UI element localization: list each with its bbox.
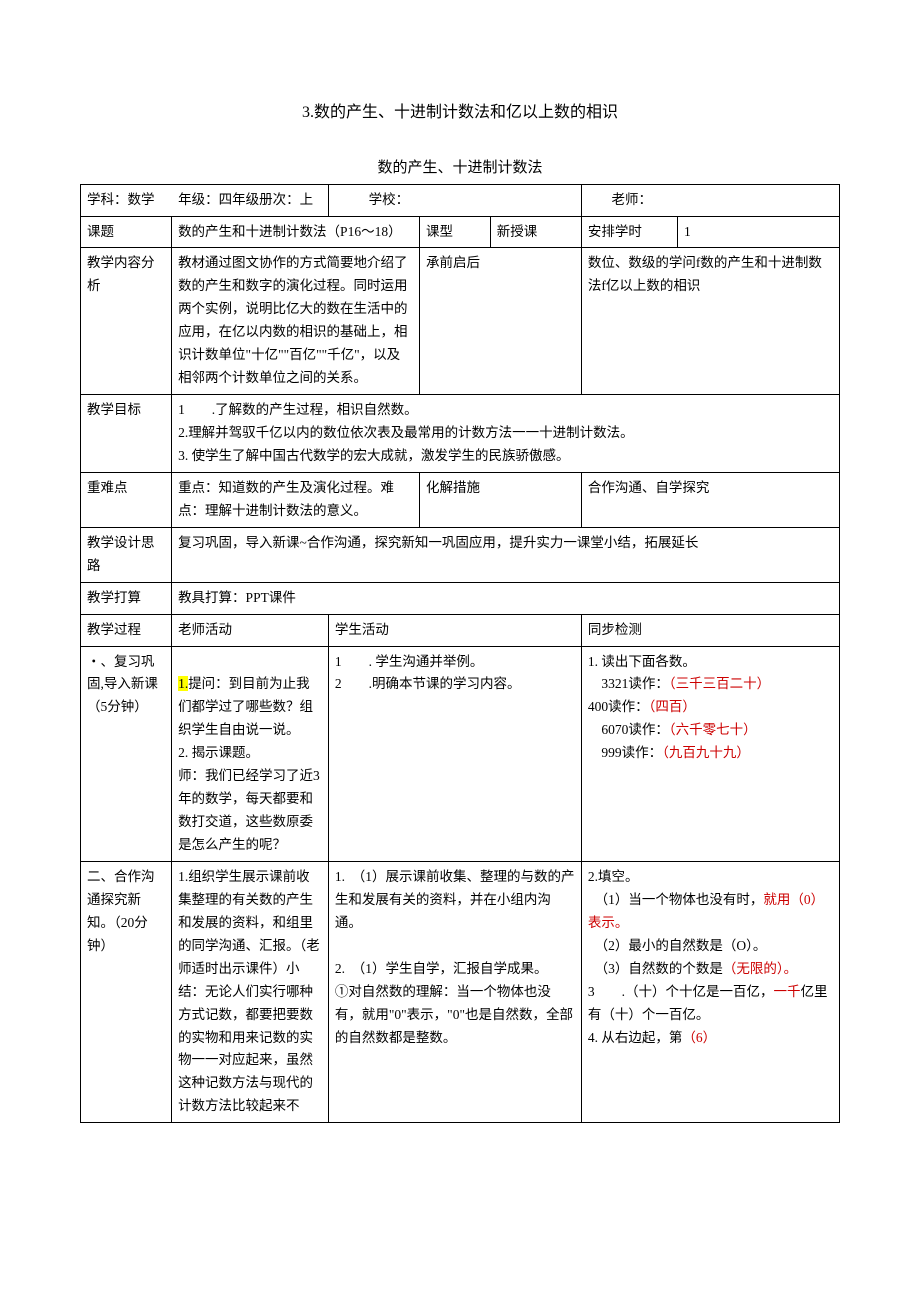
- diff-value: 重点：知道数的产生及演化过程。难点：理解十进制计数法的意义。: [172, 472, 420, 527]
- subject-label: 学科：数学: [87, 192, 155, 207]
- s1-test-l3a: 400读作：: [588, 699, 649, 714]
- prep-row: 教学打算 教具打算：PPT课件: [81, 582, 840, 614]
- prep-value: 教具打算：PPT课件: [172, 582, 840, 614]
- topic-label: 课题: [81, 216, 172, 248]
- design-row: 教学设计思路 复习巩固，导入新课~合作沟通，探究新知一巩固应用，提升实力一课堂小…: [81, 527, 840, 582]
- goal-row: 教学目标 1 .了解数的产生过程，相识自然数。 2.理解并驾驭千亿以内的数位依次…: [81, 395, 840, 473]
- s2-test-l6a: 4. 从右边起，第: [588, 1030, 683, 1045]
- s1-test-l3b: （四百）: [649, 699, 696, 714]
- s2-test-l1: 2.填空。: [588, 869, 639, 884]
- topic-row: 课题 数的产生和十进制计数法（P16～18） 课型 新授课 安排学时 1: [81, 216, 840, 248]
- content-row: 教学内容分析 教材通过图文协作的方式简要地介绍了数的产生和数字的演化过程。同时运…: [81, 248, 840, 395]
- s2-test-l5b: 一千: [774, 984, 801, 999]
- s2-test-l3: （2）最小的自然数是（O）。: [588, 938, 767, 953]
- link-value: 数位、数级的学问f数的产生和十进制数法f亿以上数的相识: [581, 248, 839, 395]
- document-title: 3.数的产生、十进制计数法和亿以上数的相识: [80, 100, 840, 126]
- type-label: 课型: [419, 216, 490, 248]
- process-c2: 学生活动: [328, 614, 581, 646]
- section2-label: 二、合作沟通探究新知。（20分钟）: [81, 861, 172, 1122]
- section1-row: ・、复习巩固,导入新课（5分钟） 1.提问：到目前为止我们都学过了哪些数？组织学…: [81, 646, 840, 861]
- section2-row: 二、合作沟通探究新知。（20分钟） 1.组织学生展示课前收集整理的有关数的产生和…: [81, 861, 840, 1122]
- grade-label: 年级：四年级册次：上: [178, 192, 313, 207]
- teacher-label: 老师：: [612, 192, 653, 207]
- teacher-cell: 老师：: [581, 184, 839, 216]
- hours-label: 安排学时: [581, 216, 677, 248]
- s1-test-l2a: 3321读作：: [588, 676, 669, 691]
- header-row: 学科：数学 年级：四年级册次：上 学校： 老师：: [81, 184, 840, 216]
- section1-teacher: 1.提问：到目前为止我们都学过了哪些数？组织学生自由说一说。 2. 揭示课题。 …: [172, 646, 329, 861]
- s1-test-l4b: （六千零七十）: [669, 722, 757, 737]
- s2-test-l2a: （1）当一个物体也没有时，: [588, 892, 764, 907]
- subject-cell: 学科：数学 年级：四年级册次：上: [81, 184, 329, 216]
- s1-test-l5b: （九百九十九）: [662, 745, 750, 760]
- design-value: 复习巩固，导入新课~合作沟通，探究新知一巩固应用，提升实力一课堂小结，拓展延长: [172, 527, 840, 582]
- design-label: 教学设计思路: [81, 527, 172, 582]
- s2-test-l6b: （6）: [682, 1030, 716, 1045]
- goal-label: 教学目标: [81, 395, 172, 473]
- s2-test-l5a: 3 .（十）个十亿是一百亿，: [588, 984, 774, 999]
- topic-value: 数的产生和十进制计数法（P16～18）: [172, 216, 420, 248]
- section2-teacher: 1.组织学生展示课前收集整理的有关数的产生和发展的资料，和组里的同学沟通、汇报。…: [172, 861, 329, 1122]
- school-label: 学校：: [369, 192, 410, 207]
- prep-label: 教学打算: [81, 582, 172, 614]
- section1-label: ・、复习巩固,导入新课（5分钟）: [81, 646, 172, 861]
- section1-teacher-text: 提问：到目前为止我们都学过了哪些数？组织学生自由说一说。 2. 揭示课题。 师：…: [178, 676, 320, 852]
- s1-test-l1: 1. 读出下面各数。: [588, 654, 696, 669]
- process-c3: 同步检测: [581, 614, 839, 646]
- diff-row: 重难点 重点：知道数的产生及演化过程。难点：理解十进制计数法的意义。 化解措施 …: [81, 472, 840, 527]
- type-value: 新授课: [490, 216, 581, 248]
- highlight-num: 1.: [178, 676, 188, 691]
- s1-test-l2b: （三千三百二十）: [669, 676, 770, 691]
- s2-test-l4b: （无限的）。: [723, 961, 797, 976]
- goal-value: 1 .了解数的产生过程，相识自然数。 2.理解并驾驭千亿以内的数位依次表及最常用…: [172, 395, 840, 473]
- s1-test-l5a: 999读作：: [588, 745, 662, 760]
- section2-student: 1. （1）展示课前收集、整理的与数的产生和发展有关的资料，并在小组内沟通。 2…: [328, 861, 581, 1122]
- s2-test-l4a: （3）自然数的个数是: [588, 961, 723, 976]
- process-label: 教学过程: [81, 614, 172, 646]
- measure-value: 合作沟通、自学探究: [581, 472, 839, 527]
- section1-student: 1 . 学生沟通并举例。 2 .明确本节课的学习内容。: [328, 646, 581, 861]
- link-label: 承前启后: [419, 248, 581, 395]
- hours-value: 1: [678, 216, 840, 248]
- school-cell: 学校：: [328, 184, 581, 216]
- process-c1: 老师活动: [172, 614, 329, 646]
- s1-test-l4a: 6070读作：: [588, 722, 669, 737]
- measure-label: 化解措施: [419, 472, 581, 527]
- process-head-row: 教学过程 老师活动 学生活动 同步检测: [81, 614, 840, 646]
- section1-test: 1. 读出下面各数。 3321读作：（三千三百二十） 400读作：（四百） 60…: [581, 646, 839, 861]
- content-label: 教学内容分析: [81, 248, 172, 395]
- content-value: 教材通过图文协作的方式简要地介绍了数的产生和数字的演化过程。同时运用两个实例，说…: [172, 248, 420, 395]
- section2-test: 2.填空。 （1）当一个物体也没有时，就用（0）表示。 （2）最小的自然数是（O…: [581, 861, 839, 1122]
- lesson-plan-table: 学科：数学 年级：四年级册次：上 学校： 老师： 课题 数的产生和十进制计数法（…: [80, 184, 840, 1124]
- diff-label: 重难点: [81, 472, 172, 527]
- document-subtitle: 数的产生、十进制计数法: [80, 156, 840, 180]
